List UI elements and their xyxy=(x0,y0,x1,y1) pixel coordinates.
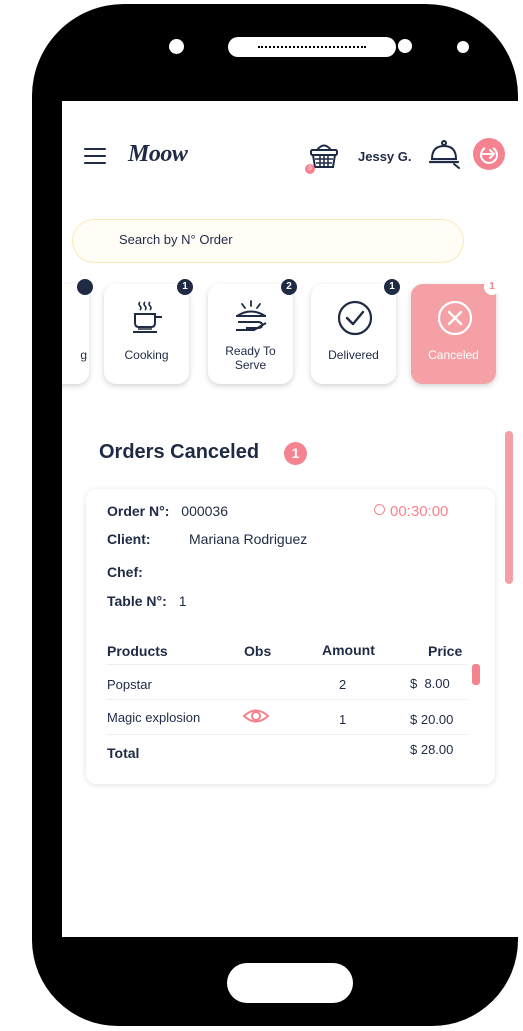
status-card-badge xyxy=(77,279,93,295)
column-header-products: Products xyxy=(107,643,168,659)
clock-icon xyxy=(374,504,385,515)
logout-button[interactable] xyxy=(473,138,505,170)
user-name[interactable]: Jessy G. xyxy=(358,149,412,164)
client-label: Client: xyxy=(107,531,151,547)
basket-icon[interactable]: 0 xyxy=(305,137,342,174)
logout-icon xyxy=(480,147,498,164)
serving-hand-icon xyxy=(236,300,267,331)
item-product: Popstar xyxy=(107,677,152,692)
status-card-badge: 2 xyxy=(281,279,297,295)
client-name: Mariana Rodriguez xyxy=(189,531,308,547)
status-card-label: Canceled xyxy=(428,348,479,362)
search-input[interactable] xyxy=(119,232,439,247)
chef-label: Chef: xyxy=(107,564,143,580)
status-card-badge: 1 xyxy=(384,279,400,295)
divider xyxy=(107,699,467,700)
app-screen: Moow 0 Jessy G. g xyxy=(62,101,523,937)
cooking-pot-icon xyxy=(133,301,162,333)
item-amount: 2 xyxy=(339,677,347,692)
status-card-label: g xyxy=(80,348,87,362)
status-card-partial[interactable]: g xyxy=(62,279,93,384)
divider xyxy=(107,734,467,735)
table-number: 1 xyxy=(178,593,187,609)
status-card-badge: 1 xyxy=(484,279,500,295)
status-card-label: Ready To Serve xyxy=(225,344,276,372)
status-card-cooking[interactable]: 1 Cooking xyxy=(104,279,193,384)
cart-count-badge: 0 xyxy=(305,164,315,174)
total-price: $ 28.00 xyxy=(410,742,454,757)
camera-dot xyxy=(169,39,184,54)
search-bar[interactable] xyxy=(72,219,464,263)
item-price: $ 8.00 xyxy=(410,676,450,691)
status-card-delivered[interactable]: 1 Delivered xyxy=(311,279,400,384)
sensor-dot xyxy=(398,39,412,53)
orders-count-badge: 1 xyxy=(284,442,307,465)
status-card-label: Cooking xyxy=(124,348,169,362)
total-label: Total xyxy=(107,745,140,761)
sensor-dot xyxy=(457,41,469,53)
order-number-label: Order N°: xyxy=(107,503,170,519)
menu-icon[interactable] xyxy=(84,148,106,166)
eye-icon[interactable] xyxy=(242,707,270,730)
column-header-price: Price xyxy=(428,643,463,659)
order-timer: 00:30:00 xyxy=(374,503,448,520)
app-logo: Moow xyxy=(128,141,188,167)
divider xyxy=(107,664,467,665)
column-header-amount: Amount xyxy=(322,642,375,658)
sensor-dot xyxy=(377,39,391,53)
item-price: $ 20.00 xyxy=(410,712,454,727)
status-card-badge: 1 xyxy=(177,279,193,295)
page-scrollbar[interactable] xyxy=(505,431,513,584)
service-bell-icon[interactable] xyxy=(428,137,462,171)
check-circle-icon xyxy=(337,300,373,336)
table-label: Table N°: xyxy=(107,593,167,609)
x-circle-icon xyxy=(437,300,473,336)
order-number: 000036 xyxy=(181,503,228,519)
status-card-label: Delivered xyxy=(328,348,379,362)
item-amount: 1 xyxy=(339,712,347,727)
status-card-canceled[interactable]: 1 Canceled xyxy=(411,279,500,384)
column-header-obs: Obs xyxy=(244,643,272,659)
items-scrollbar[interactable] xyxy=(472,664,480,685)
section-title: Orders Canceled xyxy=(99,441,260,463)
home-button[interactable] xyxy=(227,963,353,1003)
speaker-grille xyxy=(228,37,396,57)
status-card-ready-to-serve[interactable]: 2 Ready To Serve xyxy=(208,279,297,384)
item-product: Magic explosion xyxy=(107,710,201,725)
order-card[interactable]: Order N°: 000036 00:30:00 Client: Marian… xyxy=(86,489,495,784)
